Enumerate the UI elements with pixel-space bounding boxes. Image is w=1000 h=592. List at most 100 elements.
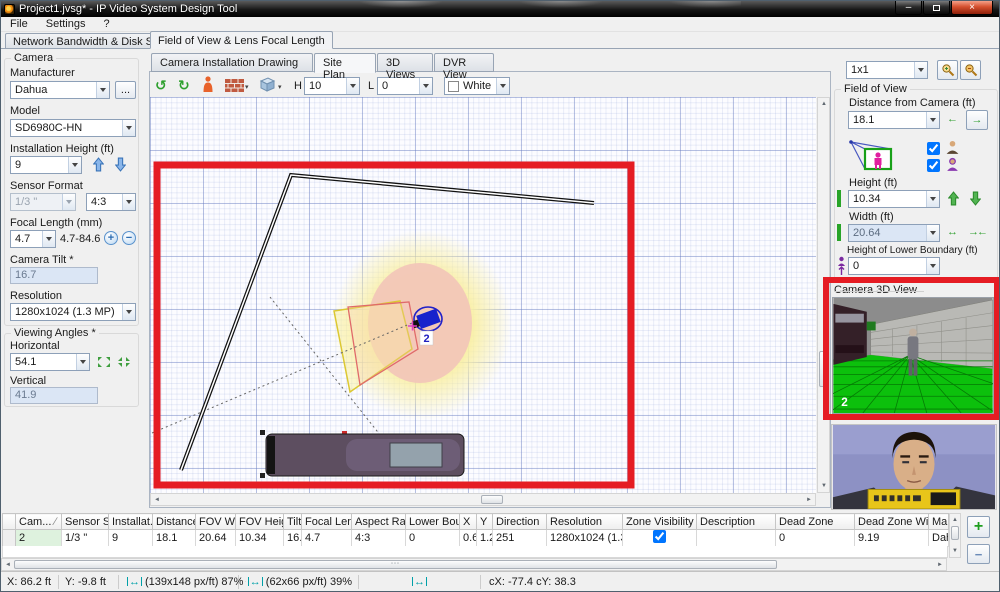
col-installation[interactable]: Installat...: [109, 514, 153, 530]
col-dead-zone[interactable]: Dead Zone: [776, 514, 855, 530]
lower-boundary-select[interactable]: 0: [848, 257, 940, 275]
cell-focal-length[interactable]: 4.7: [302, 530, 352, 547]
tab-3d-views[interactable]: 3D Views: [377, 53, 433, 72]
tab-field-of-view[interactable]: Field of View & Lens Focal Length: [150, 31, 333, 49]
canvas-hscrollbar[interactable]: ◄ ►: [150, 493, 816, 506]
cell-y[interactable]: 1.2: [477, 530, 493, 547]
tab-dvr-view[interactable]: DVR View: [434, 53, 494, 72]
redo-icon[interactable]: ↻: [178, 77, 190, 94]
col-focal-length[interactable]: Focal Len...: [302, 514, 352, 530]
widen-fov-icon[interactable]: ↔: [947, 226, 958, 238]
zoom-in-focal-icon[interactable]: +: [104, 231, 118, 245]
cell-manufacturer[interactable]: Dah: [929, 530, 949, 547]
cell-installation[interactable]: 9: [109, 530, 153, 547]
move-farther-button[interactable]: →: [966, 110, 988, 130]
cell-lower-boundary[interactable]: 0: [406, 530, 460, 547]
cell-fov-width[interactable]: 20.64: [196, 530, 236, 547]
narrow-angle-icon[interactable]: [117, 356, 131, 368]
col-direction[interactable]: Direction: [493, 514, 547, 530]
cell-distance[interactable]: 18.1: [153, 530, 196, 547]
narrow-fov-icon[interactable]: →←: [968, 226, 986, 238]
cell-camera[interactable]: 2: [16, 530, 62, 547]
move-closer-icon[interactable]: ←: [947, 113, 958, 125]
scroll-right-icon[interactable]: ►: [937, 562, 943, 568]
col-sensor-size[interactable]: Sensor Si...: [62, 514, 109, 530]
cell-direction[interactable]: 251: [493, 530, 547, 547]
horizontal-angle-select[interactable]: 54.1: [10, 353, 90, 371]
undo-icon[interactable]: ↺: [155, 77, 167, 94]
col-resolution[interactable]: Resolution: [547, 514, 623, 530]
show-woman-checkbox[interactable]: [927, 159, 940, 172]
col-distance[interactable]: Distance: [153, 514, 196, 530]
col-y[interactable]: Y: [477, 514, 493, 530]
table-row[interactable]: 2 1/3 " 9 18.1 20.64 10.34 16.7 4.7 4:3 …: [3, 530, 949, 547]
add-camera-button[interactable]: +: [967, 516, 990, 538]
table-hscroll-thumb[interactable]: ⋯: [14, 560, 777, 569]
canvas-vscrollbar[interactable]: ▲ ▼: [817, 97, 830, 493]
cell-description[interactable]: [697, 530, 776, 547]
canvas-vscroll-thumb[interactable]: [819, 351, 828, 387]
aspect-ratio-select[interactable]: 4:3: [86, 193, 136, 211]
focal-length-select[interactable]: 4.7: [10, 230, 56, 248]
scroll-down-icon[interactable]: ▼: [821, 483, 827, 489]
scroll-up-icon[interactable]: ▲: [952, 517, 958, 523]
col-x[interactable]: X: [460, 514, 477, 530]
fov-width-select[interactable]: 20.64: [848, 224, 940, 242]
manufacturer-more-button[interactable]: ...: [115, 81, 136, 99]
scroll-up-icon[interactable]: ▲: [821, 101, 827, 107]
menu-file[interactable]: File: [1, 18, 37, 30]
cell-sensor-size[interactable]: 1/3 ": [62, 530, 109, 547]
menu-help[interactable]: ?: [94, 18, 118, 30]
col-manufacturer[interactable]: Ma...: [929, 514, 949, 530]
col-aspect-ratio[interactable]: Aspect Ra...: [352, 514, 406, 530]
col-fov-height[interactable]: FOV Heig...: [236, 514, 284, 530]
zoom-in-view-button[interactable]: [937, 60, 958, 80]
tab-site-plan[interactable]: Site Plan: [314, 53, 376, 73]
remove-camera-button[interactable]: −: [967, 544, 990, 564]
zoom-out-view-button[interactable]: [960, 60, 981, 80]
canvas-hscroll-thumb[interactable]: [481, 495, 503, 504]
table-hscrollbar[interactable]: ◄ ⋯ ►: [1, 558, 947, 571]
cell-dead-zone[interactable]: 0: [776, 530, 855, 547]
zoom-out-focal-icon[interactable]: −: [122, 231, 136, 245]
wall-tool-dropdown-icon[interactable]: ▾: [245, 83, 249, 91]
model-select[interactable]: SD6980C-HN: [10, 119, 136, 137]
col-lower-boundary[interactable]: Lower Bou...: [406, 514, 460, 530]
scroll-down-icon[interactable]: ▼: [952, 548, 958, 554]
cell-fov-height[interactable]: 10.34: [236, 530, 284, 547]
widen-angle-icon[interactable]: [97, 356, 111, 368]
zone-visibility-checkbox[interactable]: [653, 530, 666, 543]
box-tool-dropdown-icon[interactable]: ▾: [278, 83, 282, 91]
col-fov-width[interactable]: FOV Wi...: [196, 514, 236, 530]
tab-camera-installation-drawing[interactable]: Camera Installation Drawing: [151, 53, 313, 72]
row-selector[interactable]: [3, 530, 16, 547]
camera-table[interactable]: Cam... ∕ Sensor Si... Installat... Dista…: [2, 513, 949, 547]
cell-tilt[interactable]: 16.7: [284, 530, 302, 547]
grid-layout-select[interactable]: 1x1: [846, 61, 928, 79]
site-plan-canvas[interactable]: 2: [150, 97, 816, 493]
scroll-right-icon[interactable]: ►: [806, 497, 812, 503]
add-person-icon[interactable]: [202, 76, 214, 93]
cell-zone-visibility[interactable]: [623, 530, 697, 547]
bus-object[interactable]: [260, 430, 464, 478]
scroll-left-icon[interactable]: ◄: [5, 562, 11, 568]
manufacturer-select[interactable]: Dahua: [10, 81, 110, 99]
close-button[interactable]: ×: [951, 1, 993, 15]
cell-aspect-ratio[interactable]: 4:3: [352, 530, 406, 547]
maximize-button[interactable]: [923, 1, 950, 15]
table-vscrollbar[interactable]: ▲ ▼: [949, 513, 961, 558]
cell-x[interactable]: 0.6: [460, 530, 477, 547]
col-camera[interactable]: Cam... ∕: [16, 514, 62, 530]
table-vscroll-thumb[interactable]: [951, 526, 959, 540]
raise-camera-icon[interactable]: [93, 157, 104, 172]
col-dead-zone-width[interactable]: Dead Zone Width: [855, 514, 929, 530]
cell-dead-zone-width[interactable]: 9.19: [855, 530, 929, 547]
menu-settings[interactable]: Settings: [37, 18, 95, 30]
distance-select[interactable]: 18.1: [848, 111, 940, 129]
wall-tool-icon[interactable]: [225, 79, 244, 92]
camera-3d-preview[interactable]: 2: [832, 297, 994, 414]
col-tilt[interactable]: Tilt: [284, 514, 302, 530]
show-person-checkbox[interactable]: [927, 142, 940, 155]
col-zone-visibility[interactable]: Zone Visibility: [623, 514, 697, 530]
col-description[interactable]: Description: [697, 514, 776, 530]
